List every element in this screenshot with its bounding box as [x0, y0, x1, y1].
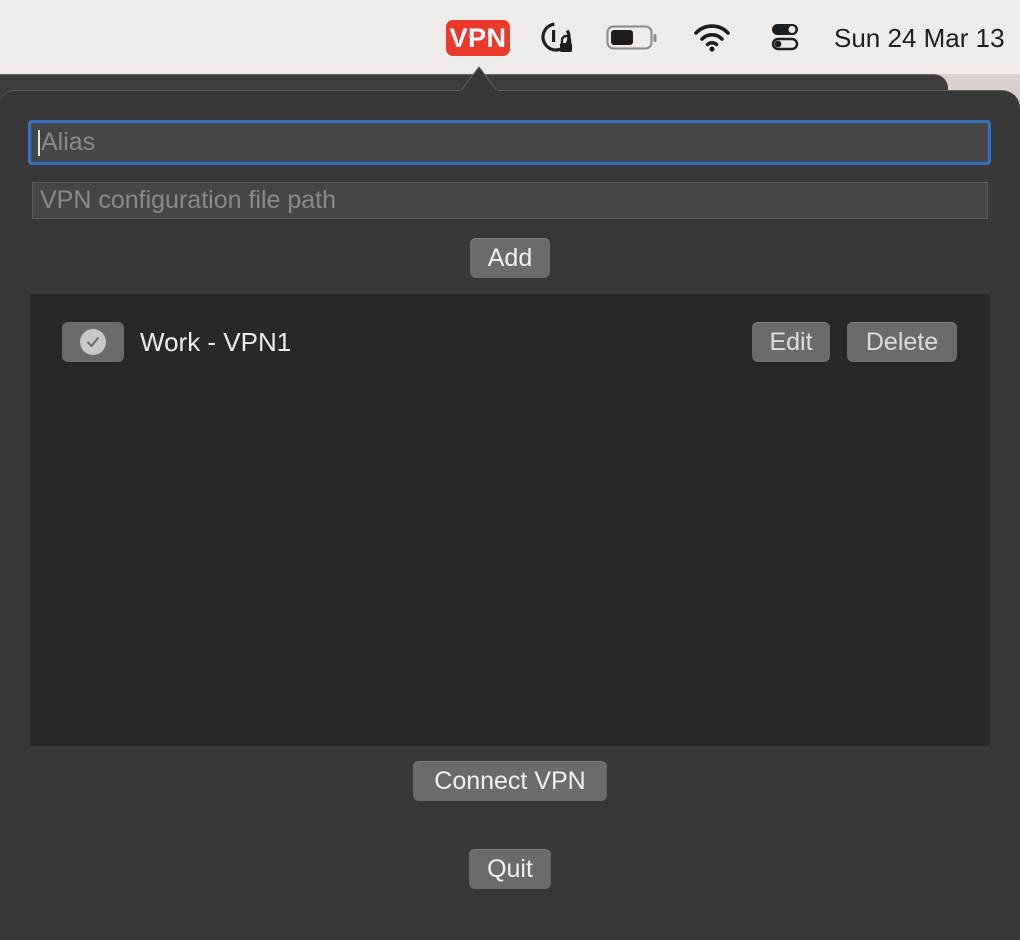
- wifi-icon[interactable]: [694, 22, 730, 52]
- alias-placeholder: Alias: [41, 128, 96, 156]
- password-lock-icon[interactable]: [540, 20, 576, 56]
- menu-bar: VPN Sun 24 Mar 13: [0, 0, 1020, 74]
- vpn-menu-icon[interactable]: VPN: [446, 20, 510, 56]
- connect-vpn-button[interactable]: Connect VPN: [413, 761, 607, 801]
- add-button[interactable]: Add: [470, 238, 550, 278]
- control-center-icon[interactable]: [770, 22, 800, 52]
- config-path-input[interactable]: VPN configuration file path: [32, 182, 988, 219]
- vpn-menu-label: VPN: [449, 22, 507, 53]
- checkmark-icon: [80, 329, 106, 355]
- menu-bar-clock[interactable]: Sun 24 Mar 13: [834, 20, 1005, 56]
- alias-input[interactable]: Alias: [28, 120, 991, 165]
- config-path-placeholder: VPN configuration file path: [40, 186, 337, 214]
- text-caret: [38, 130, 40, 157]
- vpn-alias-label: Work - VPN1: [140, 327, 292, 357]
- battery-icon[interactable]: [606, 24, 658, 52]
- quit-button[interactable]: Quit: [469, 849, 551, 889]
- popover-arrow: [460, 66, 498, 92]
- delete-button[interactable]: Delete: [847, 322, 957, 362]
- vpn-select-toggle[interactable]: [62, 322, 124, 362]
- edit-button[interactable]: Edit: [752, 322, 830, 362]
